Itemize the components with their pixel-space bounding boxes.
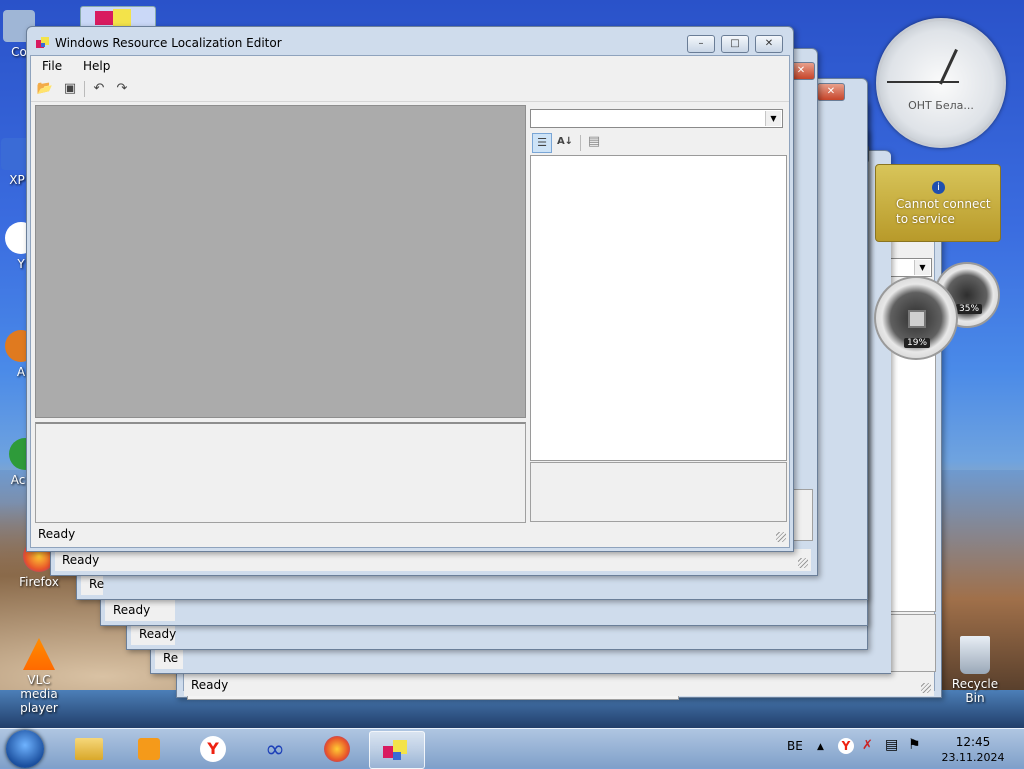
media-player-icon — [138, 738, 160, 760]
resource-editor-icon-part — [113, 9, 131, 27]
taskbar: Y ∞ BE ▲ Y ✗ ▤ ⚑ 12:45 23.11.2024 — [0, 728, 1024, 769]
status-bar: Re — [81, 573, 105, 595]
flag-icon[interactable]: ⚑ — [908, 737, 921, 753]
clock-label: ОНТ Бела... — [908, 99, 974, 112]
property-description — [530, 462, 787, 522]
display-icon[interactable]: ▤ — [885, 737, 898, 753]
cpu-value: 19% — [904, 338, 931, 348]
taskbar-firefox[interactable] — [310, 731, 364, 767]
status-bar: Ready — [105, 599, 175, 621]
status-bar: Ready — [55, 549, 811, 571]
resource-editor-icon — [36, 37, 50, 49]
resize-grip[interactable] — [776, 532, 786, 542]
explorer-icon — [75, 738, 103, 760]
chevron-down-icon: ▼ — [765, 111, 781, 126]
clock-gadget[interactable]: ОНТ Бела... — [876, 18, 1006, 148]
undo-icon[interactable]: ↶ — [90, 80, 108, 98]
status-text: Re — [89, 577, 105, 591]
cpu-gauge[interactable]: 19% — [874, 276, 958, 360]
clock-date: 23.11.2024 — [941, 751, 1005, 764]
desktop-icon-label: Co — [11, 45, 27, 59]
info-icon: i — [932, 181, 945, 194]
toolbar: 📂 ▣ ↶ ↷ — [31, 77, 789, 102]
start-button[interactable] — [6, 730, 44, 768]
menu-file[interactable]: File — [42, 59, 62, 73]
taskbar-clock[interactable]: 12:45 23.11.2024 — [928, 734, 1018, 766]
status-bar: Ready — [131, 623, 177, 645]
taskbar-yandex[interactable]: Y — [186, 731, 240, 767]
save-icon[interactable]: ▣ — [61, 80, 79, 98]
taskbar-explorer[interactable] — [62, 731, 116, 767]
desktop-icon-label: Recycle Bin — [951, 677, 999, 705]
resize-grip[interactable] — [921, 683, 931, 693]
status-text: Re — [163, 651, 179, 665]
taskbar-resource-editor[interactable] — [369, 731, 425, 769]
window-title: Windows Resource Localization Editor — [55, 36, 282, 50]
resize-grip[interactable] — [798, 558, 808, 568]
cpu-chip-icon — [908, 310, 926, 328]
alphabetical-icon[interactable]: A↓ — [556, 133, 574, 151]
recycle-bin-icon — [960, 636, 990, 674]
resource-editor-icon — [95, 11, 113, 25]
menu-help[interactable]: Help — [83, 59, 110, 73]
desktop-icon-label: XP — [9, 173, 25, 187]
desktop-icon-recycle-bin[interactable]: Recycle Bin — [944, 636, 1006, 705]
categorized-icon[interactable]: ☰ — [532, 133, 552, 153]
desktop-icon-label: Firefox — [19, 575, 59, 589]
yandex-icon: Y — [200, 736, 226, 762]
vlc-icon — [23, 638, 55, 670]
object-selector-combo[interactable]: ▼ — [530, 109, 783, 128]
toolbar-separator — [580, 135, 581, 151]
desktop-icon-vlc[interactable]: VLC media player — [8, 638, 70, 715]
close-button[interactable]: ✕ — [755, 35, 783, 53]
clock-time: 12:45 — [955, 735, 991, 749]
resource-view[interactable] — [35, 105, 526, 418]
side-panel — [793, 489, 813, 541]
status-text: Ready — [62, 553, 100, 567]
desktop-icon-label: VLC media player — [20, 673, 58, 715]
open-folder-icon[interactable]: 📂 — [36, 80, 54, 98]
weather-gadget[interactable]: i Cannot connect to service — [875, 164, 1001, 242]
window-client: File Help 📂 ▣ ↶ ↷ ▼ ☰ A↓ ▤ Ready — [30, 55, 790, 548]
menu-bar: File Help — [31, 56, 789, 76]
network-icon[interactable]: ✗ — [862, 738, 873, 753]
main-window[interactable]: Windows Resource Localization Editor – □… — [26, 26, 794, 552]
status-text: Ready — [113, 603, 151, 617]
status-bar: Ready — [31, 523, 789, 545]
status-text: Ready — [139, 627, 177, 641]
desktop-icon-label: A — [16, 365, 26, 379]
status-bar: Ready — [184, 674, 934, 696]
resource-text-panel[interactable] — [35, 422, 526, 523]
infinity-app-icon: ∞ — [265, 735, 285, 763]
resource-editor-icon — [383, 738, 411, 762]
taskbar-media-player[interactable] — [122, 731, 176, 767]
weather-message: Cannot connect to service — [896, 197, 991, 226]
clock-hour-hand — [939, 48, 958, 85]
redo-icon[interactable]: ↷ — [113, 80, 131, 98]
desktop-icon-label: Y — [17, 257, 25, 271]
language-indicator[interactable]: BE — [787, 739, 803, 753]
chevron-down-icon: ▼ — [914, 260, 930, 275]
taskbar-infinity-app[interactable]: ∞ — [248, 731, 302, 767]
status-bar: Re — [155, 647, 183, 669]
status-text: Ready — [191, 678, 229, 692]
clock-minute-hand — [887, 81, 959, 83]
toolbar-separator — [84, 81, 85, 97]
maximize-button[interactable]: □ — [721, 35, 749, 53]
property-pages-icon[interactable]: ▤ — [585, 133, 603, 151]
title-bar[interactable]: Windows Resource Localization Editor – □… — [27, 27, 793, 57]
property-toolbar: ☰ A↓ ▤ — [530, 131, 785, 155]
firefox-icon — [324, 736, 350, 762]
property-grid[interactable] — [530, 155, 787, 461]
status-text: Ready — [38, 527, 76, 541]
close-button[interactable]: ✕ — [817, 83, 845, 101]
yandex-tray-icon[interactable]: Y — [838, 738, 854, 754]
minimize-button[interactable]: – — [687, 35, 715, 53]
memory-value: 35% — [956, 304, 983, 314]
show-hidden-icons[interactable]: ▲ — [817, 742, 824, 752]
